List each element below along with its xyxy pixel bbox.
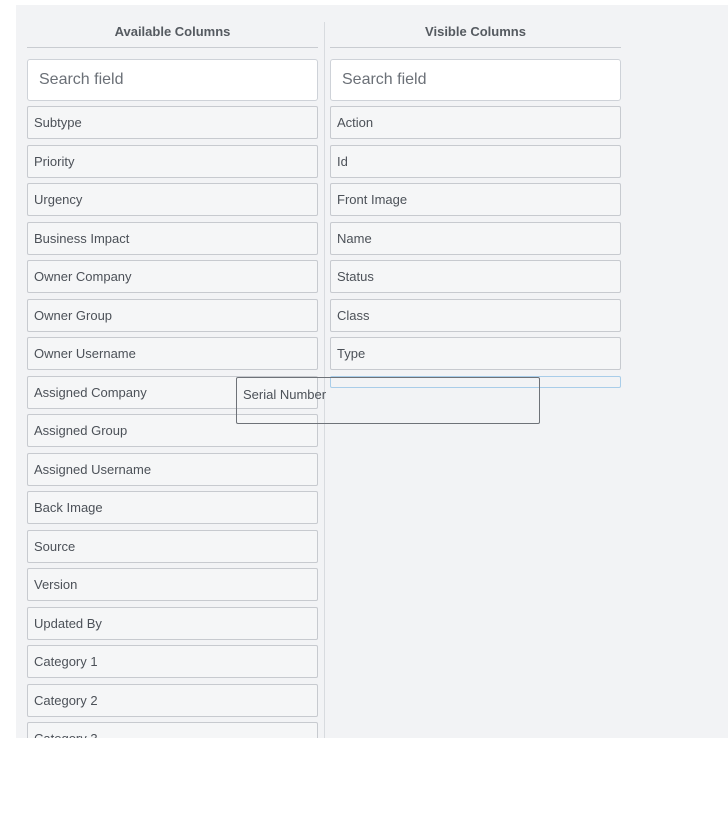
available-column-item[interactable]: Business Impact bbox=[27, 222, 318, 255]
visible-columns-list: Visible Columns Action Id Front Image Name S… bbox=[330, 5, 621, 370]
available-column-item[interactable]: Updated By bbox=[27, 607, 318, 640]
available-column-item[interactable]: Category 1 bbox=[27, 645, 318, 678]
available-column-item[interactable]: Category 2 bbox=[27, 684, 318, 717]
column-chooser-panel: Available Columns Subtype Priority Urgency… bbox=[16, 5, 728, 738]
available-column-item[interactable]: Version bbox=[27, 568, 318, 601]
visible-column-item[interactable]: Class bbox=[330, 299, 621, 332]
available-columns-list: Available Columns Subtype Priority Urgency… bbox=[27, 5, 318, 738]
visible-column-item[interactable]: Status bbox=[330, 260, 621, 293]
available-column-item[interactable]: Assigned Username bbox=[27, 453, 318, 486]
available-column-item[interactable]: Source bbox=[27, 530, 318, 563]
available-column-item[interactable]: Owner Company bbox=[27, 260, 318, 293]
available-search-input[interactable] bbox=[27, 59, 318, 101]
visible-column-item[interactable]: Type bbox=[330, 337, 621, 370]
available-column-item[interactable]: Owner Group bbox=[27, 299, 318, 332]
dragged-column-item[interactable]: Serial Number bbox=[236, 377, 540, 424]
visible-column-item[interactable]: Action bbox=[330, 106, 621, 139]
visible-columns-header: Visible Columns bbox=[330, 5, 621, 48]
available-column-item[interactable]: Category 3 bbox=[27, 722, 318, 738]
available-column-item[interactable]: Urgency bbox=[27, 183, 318, 216]
visible-search-input[interactable] bbox=[330, 59, 621, 101]
visible-column-item[interactable]: Name bbox=[330, 222, 621, 255]
available-column-item[interactable]: Owner Username bbox=[27, 337, 318, 370]
visible-column-item[interactable]: Front Image bbox=[330, 183, 621, 216]
available-column-item[interactable]: Priority bbox=[27, 145, 318, 178]
available-column-item[interactable]: Back Image bbox=[27, 491, 318, 524]
visible-column-item[interactable]: Id bbox=[330, 145, 621, 178]
available-columns-header: Available Columns bbox=[27, 5, 318, 48]
available-column-item[interactable]: Subtype bbox=[27, 106, 318, 139]
